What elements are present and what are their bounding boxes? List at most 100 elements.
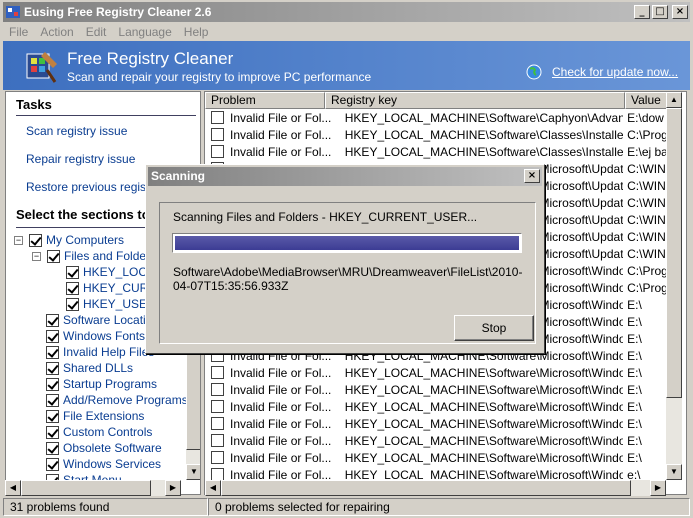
tree-checkbox[interactable] <box>46 393 59 407</box>
tree-checkbox[interactable] <box>46 457 59 471</box>
list-row[interactable]: Invalid File or Fol... HKEY_LOCAL_MACHINE… <box>205 432 671 449</box>
list-row[interactable]: Invalid File or Fol... HKEY_LOCAL_MACHINE… <box>205 126 671 143</box>
tree-checkbox[interactable] <box>66 281 79 295</box>
row-checkbox[interactable] <box>211 111 224 124</box>
row-checkbox[interactable] <box>211 128 224 141</box>
menu-file[interactable]: File <box>3 25 34 39</box>
tree-checkbox[interactable] <box>66 265 79 279</box>
maximize-button[interactable]: □ <box>652 5 668 19</box>
menu-edit[interactable]: Edit <box>80 25 113 39</box>
tree-checkbox[interactable] <box>66 297 79 311</box>
list-row[interactable]: Invalid File or Fol... HKEY_LOCAL_MACHINE… <box>205 143 671 160</box>
restore-registry-link[interactable]: Restore previous registry <box>26 180 159 194</box>
row-checkbox[interactable] <box>211 366 224 379</box>
title-bar[interactable]: Eusing Free Registry Cleaner 2.6 _ □ × <box>3 2 690 22</box>
value-cell: E:\ <box>627 382 642 397</box>
scanning-dialog: Scanning × Scanning Files and Folders - … <box>145 164 545 354</box>
tree-item[interactable]: − My Computers <box>14 232 124 248</box>
tree-item-label: Shared DLLs <box>63 361 134 375</box>
row-checkbox[interactable] <box>211 383 224 396</box>
column-header-registry-key[interactable]: Registry key <box>325 92 625 109</box>
scroll-left-button[interactable]: ◀ <box>205 480 221 496</box>
scan-registry-link[interactable]: Scan registry issue <box>26 124 127 138</box>
tree-item[interactable]: Windows Services <box>46 456 161 472</box>
row-checkbox[interactable] <box>211 417 224 430</box>
tree-checkbox[interactable] <box>46 409 59 423</box>
menu-language[interactable]: Language <box>112 25 177 39</box>
registry-key-cell: HKEY_LOCAL_MACHINE\Software\Classes\Inst… <box>344 127 624 142</box>
tree-checkbox[interactable] <box>47 249 60 263</box>
scroll-right-button[interactable]: ▶ <box>650 480 666 496</box>
row-checkbox[interactable] <box>211 451 224 464</box>
tree-checkbox[interactable] <box>46 441 59 455</box>
tree-item-label: File Extensions <box>63 409 145 423</box>
scroll-down-button[interactable]: ▼ <box>186 464 200 480</box>
registry-cleaner-logo-icon <box>26 52 57 83</box>
minimize-button[interactable]: _ <box>634 5 650 19</box>
scroll-thumb[interactable] <box>666 108 682 398</box>
scroll-left-button[interactable]: ◀ <box>5 480 21 496</box>
scroll-up-button[interactable]: ▲ <box>666 92 682 108</box>
dialog-title[interactable]: Scanning <box>148 167 542 186</box>
value-cell: C:\Prog <box>627 280 668 295</box>
list-row[interactable]: Invalid File or Fol... HKEY_LOCAL_MACHINE… <box>205 398 671 415</box>
close-button[interactable]: × <box>672 5 688 19</box>
value-cell: E:\ <box>627 297 642 312</box>
problem-cell: Invalid File or Fol... <box>230 433 332 448</box>
problem-cell: Invalid File or Fol... <box>230 450 332 465</box>
row-checkbox[interactable] <box>211 400 224 413</box>
column-header-value[interactable]: Value <box>625 92 671 109</box>
value-cell: C:\WIN <box>627 212 666 227</box>
sections-horizontal-scrollbar[interactable]: ◀ ▶ <box>5 480 181 496</box>
list-row[interactable]: Invalid File or Fol... HKEY_LOCAL_MACHINE… <box>205 449 671 466</box>
value-cell: E:\ <box>627 365 642 380</box>
list-row[interactable]: Invalid File or Fol... HKEY_LOCAL_MACHINE… <box>205 109 671 126</box>
menu-action[interactable]: Action <box>34 25 79 39</box>
tree-checkbox[interactable] <box>46 361 59 375</box>
registry-key-cell: HKEY_LOCAL_MACHINE\Software\Microsoft\Wi… <box>344 450 624 465</box>
scroll-thumb[interactable] <box>221 480 631 496</box>
header-banner: Free Registry Cleaner Scan and repair yo… <box>3 41 690 90</box>
list-vertical-scrollbar[interactable]: ▲ ▼ <box>666 92 682 480</box>
value-cell: C:\WIN <box>627 246 666 261</box>
tree-item-label: My Computers <box>46 233 125 247</box>
scan-status-text: Scanning Files and Folders - HKEY_CURREN… <box>173 210 478 224</box>
tree-item[interactable]: Obsolete Software <box>46 440 162 456</box>
value-cell: C:\Prog <box>627 127 668 142</box>
tree-checkbox[interactable] <box>46 313 59 327</box>
tree-checkbox[interactable] <box>46 345 59 359</box>
check-update-link[interactable]: Check for update now... <box>552 65 678 79</box>
tree-checkbox[interactable] <box>46 425 59 439</box>
list-row[interactable]: Invalid File or Fol... HKEY_LOCAL_MACHINE… <box>205 364 671 381</box>
scroll-down-button[interactable]: ▼ <box>666 464 682 480</box>
tree-item[interactable]: File Extensions <box>46 408 144 424</box>
tree-checkbox[interactable] <box>29 233 42 247</box>
scroll-right-button[interactable]: ▶ <box>165 480 181 496</box>
list-row[interactable]: Invalid File or Fol... HKEY_LOCAL_MACHINE… <box>205 415 671 432</box>
row-checkbox[interactable] <box>211 434 224 447</box>
scroll-thumb[interactable] <box>21 480 151 496</box>
menu-help[interactable]: Help <box>178 25 215 39</box>
tree-item[interactable]: − Files and Folders <box>32 248 156 264</box>
tree-item[interactable]: Custom Controls <box>46 424 152 440</box>
tree-item[interactable]: Invalid Help Files <box>46 344 154 360</box>
row-checkbox[interactable] <box>211 145 224 158</box>
tree-item[interactable]: Add/Remove Programs <box>46 392 188 408</box>
tree-checkbox[interactable] <box>46 377 59 391</box>
tree-item[interactable]: Startup Programs <box>46 376 157 392</box>
tree-item[interactable]: Windows Fonts <box>46 328 145 344</box>
tree-collapse-icon[interactable]: − <box>14 235 23 245</box>
stop-button[interactable]: Stop <box>454 315 534 341</box>
scan-progress-bar <box>172 233 522 253</box>
tree-item[interactable]: Shared DLLs <box>46 360 133 376</box>
value-cell: E:\ej ba <box>627 144 668 159</box>
dialog-close-button[interactable]: × <box>524 169 540 183</box>
list-horizontal-scrollbar[interactable]: ◀ ▶ <box>205 480 666 496</box>
list-row[interactable]: Invalid File or Fol... HKEY_LOCAL_MACHINE… <box>205 381 671 398</box>
column-header-problem[interactable]: Problem <box>205 92 325 109</box>
status-problems-selected: 0 problems selected for repairing <box>208 498 690 516</box>
tree-collapse-icon[interactable]: − <box>32 251 41 261</box>
repair-registry-link[interactable]: Repair registry issue <box>26 152 135 166</box>
tree-checkbox[interactable] <box>46 329 59 343</box>
value-cell: E:\ <box>627 450 642 465</box>
